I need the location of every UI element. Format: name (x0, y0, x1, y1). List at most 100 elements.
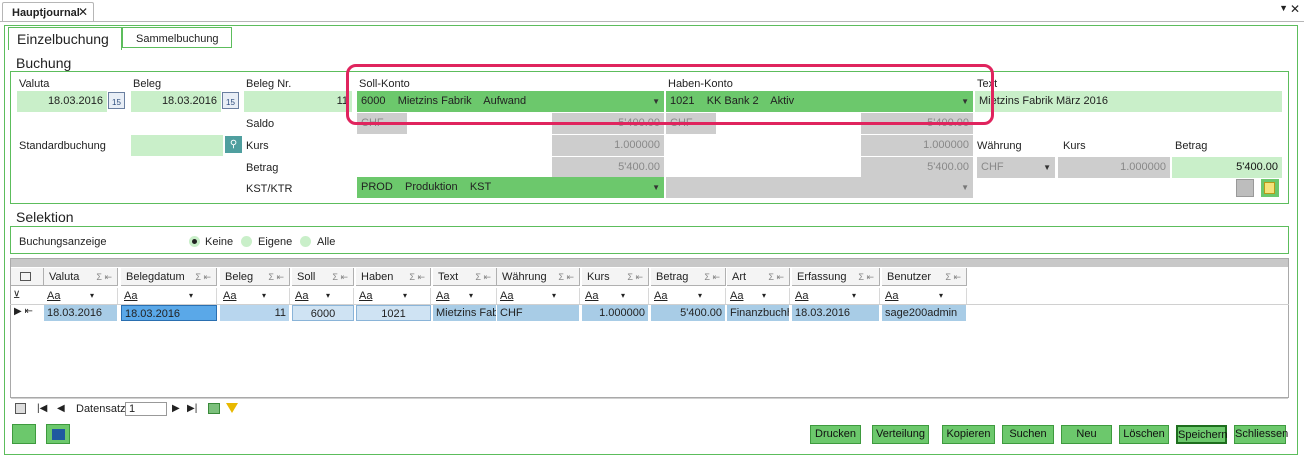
last-record-icon[interactable]: ▶| (187, 403, 197, 414)
table-cell[interactable]: sage200admin (882, 305, 967, 321)
column-filter[interactable]: Aa ▾ (44, 288, 118, 304)
column-header[interactable]: Währung Σ ⇤ (497, 268, 580, 286)
chevron-down-icon: ▾ (90, 291, 95, 300)
button-verteilung[interactable]: Verteilung (872, 425, 929, 444)
column-header-label: Benutzer (887, 271, 932, 283)
first-record-icon[interactable]: |◀ (37, 403, 47, 414)
column-header[interactable]: Erfassung Σ ⇤ (792, 268, 880, 286)
button-kopieren[interactable]: Kopieren (942, 425, 995, 444)
sum-pin-icon[interactable]: Σ ⇤ (558, 268, 574, 285)
calendar-icon[interactable]: 15 (108, 92, 125, 109)
table-cell[interactable]: 18.03.2016 (44, 305, 118, 321)
valuta-field[interactable]: 18.03.2016 (17, 91, 107, 112)
sum-pin-icon[interactable]: Σ ⇤ (768, 268, 784, 285)
column-filter[interactable]: Aa ▾ (356, 288, 431, 304)
calendar-icon[interactable]: 15 (222, 92, 239, 109)
table-cell[interactable]: 5'400.00 (651, 305, 726, 321)
column-filter[interactable]: Aa ▾ (651, 288, 726, 304)
chevron-down-icon: ▾ (189, 291, 194, 300)
sum-pin-icon[interactable]: Σ ⇤ (475, 268, 491, 285)
column-filter[interactable]: Aa ▾ (792, 288, 880, 304)
button-loeschen[interactable]: Löschen (1119, 425, 1169, 444)
kst2-select[interactable]: ▼ (666, 177, 973, 198)
column-header[interactable]: Benutzer Σ ⇤ (882, 268, 967, 286)
tools-icon[interactable] (12, 424, 36, 444)
sum-pin-icon[interactable]: Σ ⇤ (409, 268, 425, 285)
column-header[interactable]: Haben Σ ⇤ (356, 268, 431, 286)
column-filter[interactable]: Aa ▾ (121, 288, 217, 304)
radio-keine[interactable] (189, 236, 200, 247)
column-filter[interactable]: Aa ▾ (582, 288, 649, 304)
table-cell[interactable]: CHF (497, 305, 580, 321)
document-tab[interactable]: Hauptjournal ✕ (2, 2, 94, 22)
tab-sammelbuchung[interactable]: Sammelbuchung (122, 27, 232, 48)
table-cell[interactable]: 11 (220, 305, 290, 321)
standardbuchung-field[interactable] (131, 135, 223, 156)
waehrung-select[interactable]: CHF ▼ (977, 157, 1055, 178)
table-cell[interactable]: Mietzins Fabr (433, 305, 497, 321)
table-cell[interactable]: Finanzbuchha (727, 305, 790, 321)
kst-select[interactable]: PROD Produktion KST ▼ (357, 177, 664, 198)
filter-icon[interactable] (226, 403, 238, 413)
table-cell[interactable]: 18.03.2016 (121, 305, 217, 321)
column-chooser-icon[interactable] (11, 268, 44, 286)
grid-group-bar (11, 259, 1288, 267)
column-filter[interactable]: Aa ▾ (882, 288, 967, 304)
column-header[interactable]: Kurs Σ ⇤ (582, 268, 649, 286)
sum-pin-icon[interactable]: Σ ⇤ (96, 268, 112, 285)
sum-pin-icon[interactable]: Σ ⇤ (332, 268, 348, 285)
note-icon[interactable] (1261, 179, 1279, 197)
table-cell[interactable]: 1.000000 (582, 305, 649, 321)
calculator-icon[interactable] (1236, 179, 1254, 197)
column-header[interactable]: Text Σ ⇤ (433, 268, 497, 286)
window-menu-icon[interactable]: ▼ (1279, 3, 1288, 13)
button-neu[interactable]: Neu (1061, 425, 1112, 444)
datensatz-input[interactable]: 1 (125, 402, 167, 416)
sum-pin-icon[interactable]: Σ ⇤ (858, 268, 874, 285)
datensatz-label: Datensatz (76, 403, 126, 415)
column-header[interactable]: Betrag Σ ⇤ (651, 268, 726, 286)
betrag2-label: Betrag (1175, 140, 1208, 152)
column-header-label: Art (732, 271, 747, 283)
tab-einzelbuchung[interactable]: Einzelbuchung (8, 27, 122, 50)
close-tab-icon[interactable]: ✕ (78, 5, 88, 19)
column-filter[interactable]: Aa ▾ (497, 288, 580, 304)
beleg-date-field[interactable]: 18.03.2016 (131, 91, 221, 112)
sum-pin-icon[interactable]: Σ ⇤ (268, 268, 284, 285)
column-filter[interactable]: Aa ▾ (292, 288, 354, 304)
column-header[interactable]: Valuta Σ ⇤ (44, 268, 118, 286)
grid-settings-icon[interactable] (15, 403, 26, 414)
radio-eigene[interactable] (241, 236, 252, 247)
tab-einzelbuchung-label: Einzelbuchung (17, 31, 109, 47)
column-header[interactable]: Belegdatum Σ ⇤ (121, 268, 217, 286)
column-header[interactable]: Art Σ ⇤ (727, 268, 790, 286)
table-cell[interactable]: 1021 (356, 305, 431, 321)
table-cell[interactable]: 18.03.2016 (792, 305, 880, 321)
column-header[interactable]: Beleg Σ ⇤ (220, 268, 290, 286)
sum-pin-icon[interactable]: Σ ⇤ (945, 268, 961, 285)
button-drucken[interactable]: Drucken (810, 425, 861, 444)
window-close-icon[interactable]: ✕ (1290, 2, 1300, 16)
column-filter[interactable]: Aa ▾ (727, 288, 790, 304)
button-suchen[interactable]: Suchen (1002, 425, 1054, 444)
table-cell[interactable]: 6000 (292, 305, 354, 321)
button-schliessen[interactable]: Schliessen (1234, 425, 1288, 444)
radio-alle[interactable] (300, 236, 311, 247)
button-speichern[interactable]: Speichern (1176, 425, 1228, 444)
belegnr-field[interactable]: 11 (244, 91, 352, 112)
column-header-label: Erfassung (797, 271, 847, 283)
prev-record-icon[interactable]: ◀ (57, 403, 65, 414)
filter-row-icon[interactable]: ⊻ (13, 290, 20, 301)
search-icon[interactable]: ⚲ (225, 136, 242, 153)
column-filter[interactable]: Aa ▾ (220, 288, 290, 304)
export-icon[interactable] (208, 403, 220, 414)
text-field[interactable]: Mietzins Fabrik März 2016 (975, 91, 1282, 112)
next-record-icon[interactable]: ▶ (172, 403, 180, 414)
sum-pin-icon[interactable]: Σ ⇤ (195, 268, 211, 285)
sum-pin-icon[interactable]: Σ ⇤ (704, 268, 720, 285)
sum-pin-icon[interactable]: Σ ⇤ (627, 268, 643, 285)
column-filter[interactable]: Aa ▾ (433, 288, 497, 304)
betrag2-value[interactable]: 5'400.00 (1172, 157, 1282, 178)
column-header[interactable]: Soll Σ ⇤ (292, 268, 354, 286)
excel-icon[interactable] (46, 424, 70, 444)
